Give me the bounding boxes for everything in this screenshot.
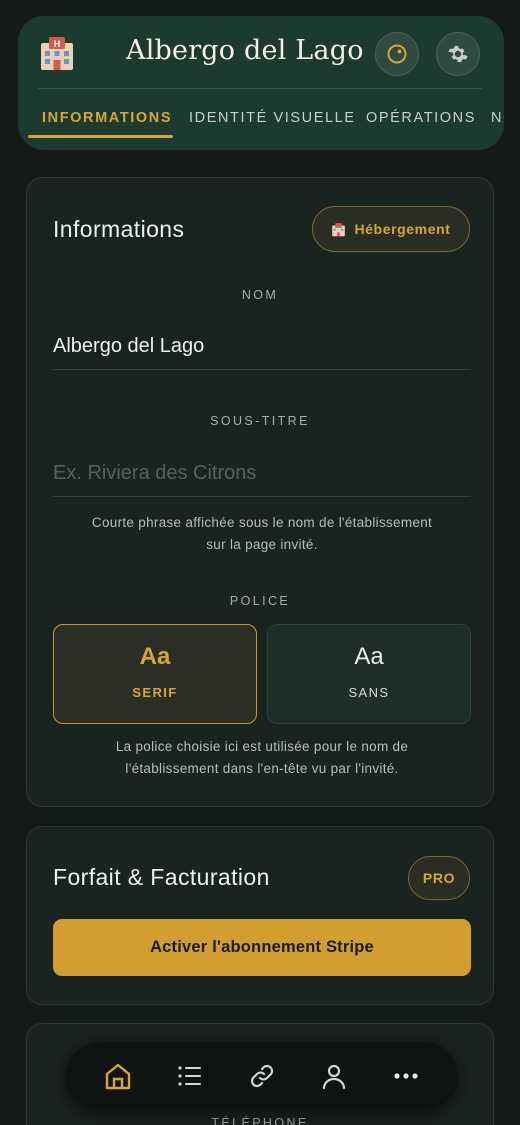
subtitle-help-line2: sur la page invité. [206, 537, 318, 552]
category-badge[interactable]: Hébergement [312, 206, 470, 252]
list-icon [178, 1066, 201, 1086]
plan-badge: PRO [408, 856, 470, 900]
subtitle-label: SOUS-TITRE [210, 414, 310, 428]
tab-operations[interactable]: OPÉRATIONS [366, 108, 476, 138]
font-option-serif[interactable]: Aa SERIF [53, 624, 257, 724]
billing-title: Forfait & Facturation [53, 864, 270, 890]
user-icon [322, 1064, 346, 1090]
billing-card: Forfait & Facturation PRO Activer l'abon… [26, 826, 494, 1005]
tab-identite-visuelle[interactable]: IDENTITÉ VISUELLE [189, 108, 356, 138]
font-help-line1: La police choisie ici est utilisée pour … [115, 739, 409, 754]
font-help-line2: l'établissement dans l'en-tête vu par l'… [125, 761, 399, 776]
header-divider [38, 88, 482, 89]
nav-profile[interactable] [314, 1056, 354, 1096]
subtitle-help: Courte phrase affichée sous le nom de l'… [53, 512, 471, 556]
name-label: NOM [241, 288, 279, 302]
hotel-icon [332, 222, 346, 236]
tab-next[interactable]: NO [491, 108, 504, 138]
font-sample-serif: Aa [139, 643, 171, 670]
link-icon [250, 1064, 274, 1088]
subtitle-input[interactable] [53, 451, 471, 497]
font-sample-sans: Aa [354, 643, 384, 670]
informations-title: Informations [53, 216, 185, 242]
nav-more[interactable] [386, 1056, 426, 1096]
theme-toggle-icon [387, 44, 407, 64]
nav-links[interactable] [242, 1056, 282, 1096]
tab-informations[interactable]: INFORMATIONS [42, 108, 172, 138]
bottom-navigation [66, 1042, 458, 1110]
app-title: Albergo del Lago [126, 35, 364, 66]
informations-card: Informations Hébergement NOM SOUS-TITRE … [26, 177, 494, 807]
nav-list[interactable] [170, 1056, 210, 1096]
theme-toggle-button[interactable] [375, 32, 419, 76]
subtitle-help-line1: Courte phrase affichée sous le nom de l'… [91, 515, 433, 530]
name-input[interactable] [53, 324, 471, 370]
font-option-sans[interactable]: Aa SANS [267, 624, 471, 724]
app-header: H Albergo del Lago INFORMATIONS IDENTITÉ… [18, 16, 504, 150]
tab-bar: INFORMATIONS IDENTITÉ VISUELLE OPÉRATION… [18, 108, 504, 150]
category-badge-label: Hébergement [354, 221, 451, 237]
gear-icon [448, 45, 468, 63]
home-icon [105, 1063, 131, 1090]
svg-text:H: H [54, 39, 61, 49]
screen: H Albergo del Lago INFORMATIONS IDENTITÉ… [2, 0, 518, 1125]
font-help: La police choisie ici est utilisée pour … [53, 736, 471, 780]
phone-label: TÉLÉPHONE [211, 1116, 309, 1125]
font-name-serif: SERIF [132, 685, 178, 700]
hotel-icon: H [38, 34, 76, 72]
activate-subscription-button[interactable]: Activer l'abonnement Stripe [53, 919, 471, 976]
nav-home[interactable] [98, 1056, 138, 1096]
font-name-sans: SANS [348, 685, 390, 700]
settings-button[interactable] [436, 32, 480, 76]
font-label: POLICE [229, 594, 291, 608]
more-icon [394, 1073, 418, 1079]
active-tab-indicator [28, 135, 173, 138]
